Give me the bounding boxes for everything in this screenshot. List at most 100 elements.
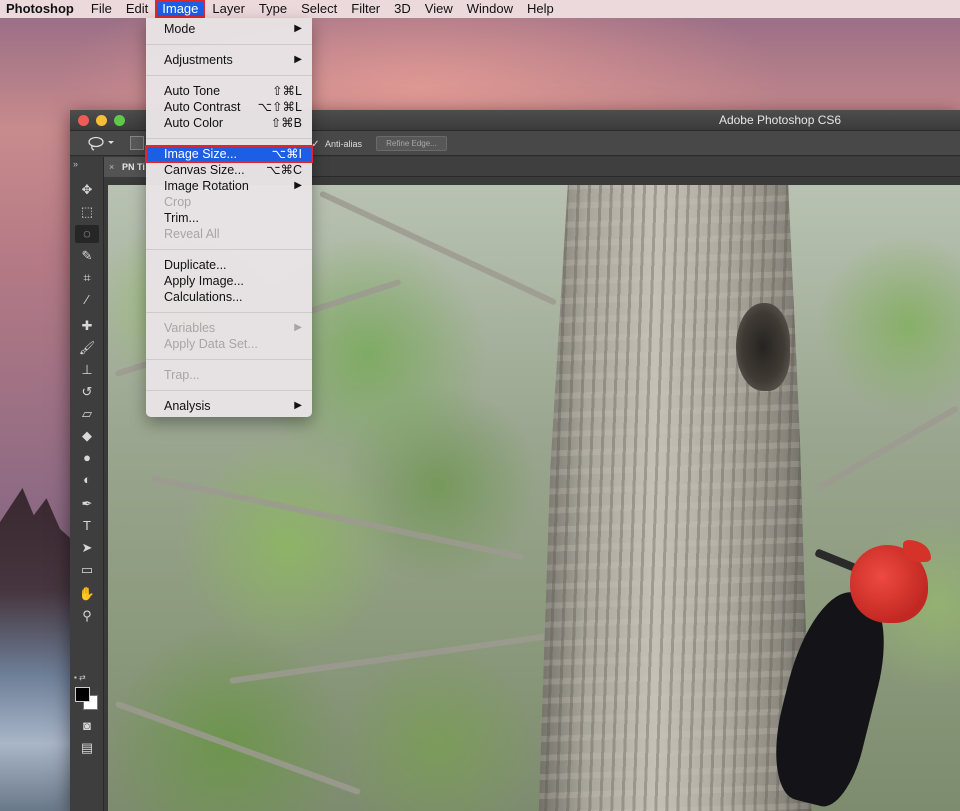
path-selection-tool-icon[interactable]: ➤ [75,539,99,557]
new-selection-button[interactable] [130,136,144,150]
menu-item-trim[interactable]: Trim... [146,210,312,226]
eraser-tool-icon[interactable]: ▱ [75,405,99,423]
foreground-color-swatch[interactable] [75,687,90,702]
crop-tool-icon[interactable]: ⌗ [75,269,99,287]
menu-select[interactable]: Select [294,0,344,18]
submenu-arrow-icon: ▶ [294,54,302,65]
menu-item-label: Image Size... [164,147,237,161]
brush-tool-icon[interactable]: 🖌 [75,339,99,357]
menu-item-label: Canvas Size... [164,163,245,177]
menu-item-label: Calculations... [164,290,243,304]
lasso-tool-icon[interactable]: ◌ [75,225,99,243]
close-window-button[interactable] [78,115,89,126]
blur-tool-icon[interactable]: ● [75,449,99,467]
menu-file[interactable]: File [84,0,119,18]
menu-separator [146,312,312,313]
menu-item-analysis[interactable]: Analysis ▶ [146,398,312,414]
photo-branch [229,632,557,684]
menu-item-duplicate[interactable]: Duplicate... [146,257,312,273]
tools-panel: » ✥ ⬚ ◌ ✎ ⌗ ⁄ ✚ 🖌 ⊥ ↺ ▱ ◆ ● ◐ ✒ T ➤ ▭ ✋ … [70,157,104,811]
menu-item-image-rotation[interactable]: Image Rotation ▶ [146,178,312,194]
default-colors-icon[interactable]: ▪ ⇄ [74,673,98,683]
menu-item-shortcut: ⌥⌘I [271,147,302,161]
submenu-arrow-icon: ▶ [294,180,302,191]
menu-layer[interactable]: Layer [205,0,252,18]
menu-item-label: Trim... [164,211,199,225]
anti-alias-label: Anti-alias [325,139,363,149]
rectangle-tool-icon[interactable]: ▭ [75,561,99,579]
menu-app-name[interactable]: Photoshop [0,0,84,18]
menu-item-label: Auto Tone [164,84,221,98]
type-tool-icon[interactable]: T [75,517,99,535]
menu-item-shortcut: ⇧⌘B [270,116,302,130]
clone-stamp-tool-icon[interactable]: ⊥ [75,361,99,379]
menu-item-label: Reveal All [164,227,220,241]
hand-tool-icon[interactable]: ✋ [75,585,99,603]
menu-item-label: Analysis [164,399,211,413]
menu-item-image-size[interactable]: Image Size... ⌥⌘I [145,145,313,163]
anti-alias-option[interactable]: ✓ Anti-alias [310,135,362,153]
menu-view[interactable]: View [418,0,460,18]
menu-edit[interactable]: Edit [119,0,155,18]
menu-item-variables: Variables ▶ [146,320,312,336]
zoom-tool-icon[interactable]: ⚲ [75,607,99,625]
menu-bar: Photoshop File Edit Image Layer Type Sel… [0,0,960,18]
menu-item-auto-color[interactable]: Auto Color ⇧⌘B [146,115,312,131]
menu-item-label: Image Rotation [164,179,249,193]
dodge-tool-icon[interactable]: ◐ [75,471,99,489]
menu-separator [146,138,312,139]
menu-item-shortcut: ⇧⌘L [272,84,302,98]
refine-edge-button[interactable]: Refine Edge... [376,136,447,151]
menu-item-adjustments[interactable]: Adjustments ▶ [146,52,312,68]
menu-item-auto-tone[interactable]: Auto Tone ⇧⌘L [146,83,312,99]
marquee-tool-icon[interactable]: ⬚ [75,203,99,221]
photo-tree-hole [736,303,790,391]
healing-brush-tool-icon[interactable]: ✚ [75,317,99,335]
menu-item-crop: Crop [146,194,312,210]
photo-branch [817,405,959,491]
quick-selection-tool-icon[interactable]: ✎ [75,247,99,265]
eyedropper-tool-icon[interactable]: ⁄ [75,291,99,309]
document-tab-label: PN Ti [122,162,145,172]
close-tab-icon[interactable]: × [109,157,114,177]
menu-item-label: Crop [164,195,192,209]
maximize-window-button[interactable] [114,115,125,126]
collapse-panel-icon[interactable]: » [73,159,78,169]
photo-branch [318,190,558,306]
menu-window[interactable]: Window [460,0,520,18]
submenu-arrow-icon: ▶ [294,23,302,34]
menu-item-calculations[interactable]: Calculations... [146,289,312,305]
submenu-arrow-icon: ▶ [294,400,302,411]
paint-bucket-tool-icon[interactable]: ◆ [75,427,99,445]
menu-item-auto-contrast[interactable]: Auto Contrast ⌥⇧⌘L [146,99,312,115]
quick-mask-icon[interactable]: ◙ [75,717,99,735]
screen-mode-icon[interactable]: ▤ [75,739,99,757]
wallpaper-mountain [0,488,75,811]
window-title: Adobe Photoshop CS6 [718,113,842,127]
menu-item-trap: Trap... [146,367,312,383]
menu-type[interactable]: Type [252,0,294,18]
lasso-tool-preset-icon[interactable] [84,134,118,152]
menu-item-label: Apply Data Set... [164,337,258,351]
minimize-window-button[interactable] [96,115,107,126]
menu-item-shortcut: ⌥⇧⌘L [257,100,302,114]
menu-item-label: Auto Color [164,116,224,130]
menu-3d[interactable]: 3D [387,0,418,18]
menu-item-mode[interactable]: Mode ▶ [146,21,312,37]
menu-item-label: Variables [164,321,216,335]
photo-branch [114,700,362,796]
menu-item-label: Trap... [164,368,200,382]
image-menu-dropdown: Mode ▶ Adjustments ▶ Auto Tone ⇧⌘L Auto … [145,18,313,417]
pen-tool-icon[interactable]: ✒ [75,495,99,513]
menu-item-apply-image[interactable]: Apply Image... [146,273,312,289]
menu-item-label: Adjustments [164,53,233,67]
menu-filter[interactable]: Filter [344,0,387,18]
menu-image[interactable]: Image [155,0,206,18]
menu-item-shortcut: ⌥⌘C [266,163,302,177]
menu-item-label: Auto Contrast [164,100,241,114]
menu-help[interactable]: Help [520,0,561,18]
move-tool-icon[interactable]: ✥ [75,181,99,199]
menu-item-canvas-size[interactable]: Canvas Size... ⌥⌘C [146,162,312,178]
history-brush-tool-icon[interactable]: ↺ [75,383,99,401]
menu-separator [146,390,312,391]
